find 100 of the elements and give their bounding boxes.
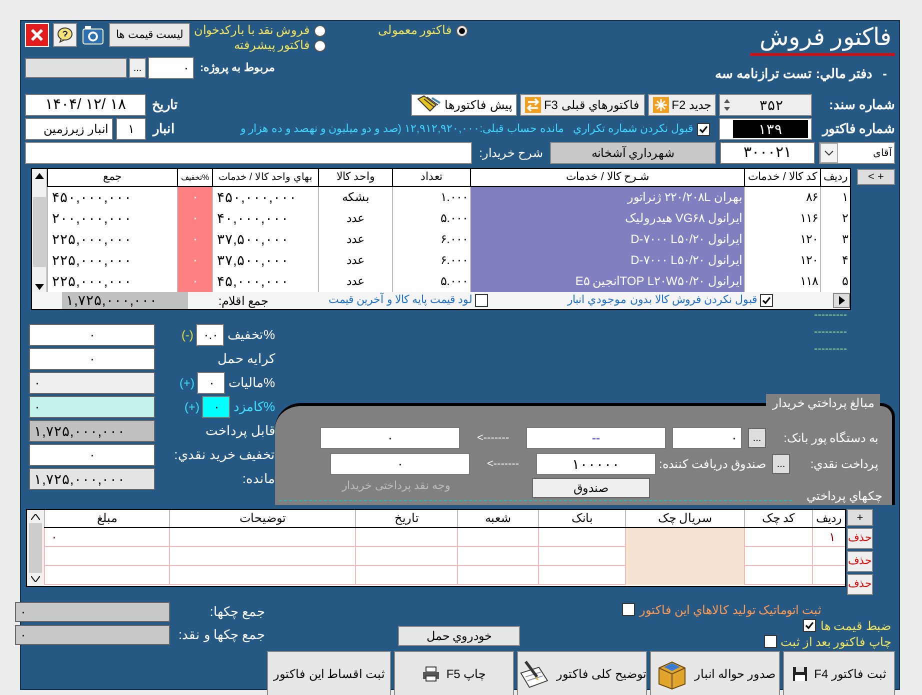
dash-note: --------- xyxy=(813,325,847,340)
sign-mark: (+) xyxy=(184,399,200,416)
column-header[interactable]: سریال چک xyxy=(625,510,744,527)
buyer-code-field[interactable]: ۳۰۰۰۲۱ xyxy=(720,142,815,164)
checkbox[interactable] xyxy=(803,619,816,632)
browse-button[interactable]: ... xyxy=(129,58,146,78)
help-button[interactable] xyxy=(53,23,77,47)
invoice-number-field[interactable]: ۱۳۹ xyxy=(719,118,812,140)
action-button[interactable]: ثبت اقساط این فاکتور xyxy=(267,651,391,695)
browse-button[interactable]: ... xyxy=(772,454,790,474)
column-header[interactable]: %تخفیف xyxy=(177,169,212,186)
checkbox-label: لود قیمت پایه کالا و آخرین قیمت xyxy=(328,292,472,308)
radio-label: فاکتور پیشرفته xyxy=(234,38,310,53)
cashbox-field[interactable]: ۱۰۰۰۰۰ xyxy=(536,453,656,475)
warehouse-name-field[interactable]: انبار زیرزمین xyxy=(25,118,113,140)
delete-button[interactable]: حذف xyxy=(847,528,873,549)
percent-field[interactable]: ۰ xyxy=(202,396,230,418)
camera-icon xyxy=(82,25,104,45)
total-value: ۰ xyxy=(29,444,155,466)
table-cell: ۲ xyxy=(820,208,850,229)
buyer-name-button[interactable]: شهرداري آشخانه xyxy=(550,142,716,164)
percent-field[interactable]: ۰ xyxy=(197,372,226,394)
column-header[interactable]: کد کالا / خدمات xyxy=(744,169,820,186)
checkbox[interactable] xyxy=(697,122,710,136)
total-value: ۱,۷۲۵,۰۰۰,۰۰۰ xyxy=(29,420,155,442)
bank-amount-field[interactable]: ۰ xyxy=(320,427,460,449)
scrollbar[interactable] xyxy=(32,169,47,292)
scrollbar[interactable] xyxy=(27,510,44,586)
table-cell: عدد xyxy=(318,208,392,229)
title-dropdown[interactable]: آقای xyxy=(819,142,895,164)
total-value: ۰ xyxy=(29,396,155,418)
arrow-text: <------- xyxy=(476,430,510,446)
sign-mark: (+) xyxy=(179,375,194,392)
field-label: به دستگاه پور بانک: xyxy=(782,430,878,447)
price-list-button[interactable]: لیست قیمت ها xyxy=(109,23,190,47)
sign-mark: (-) xyxy=(181,327,194,344)
browse-button[interactable]: ... xyxy=(748,428,766,448)
table-cell: ایرانول TOP L۲۰W۵۰/۲۰انجین E۵ xyxy=(470,271,744,292)
project-code-field[interactable]: ۰ xyxy=(148,57,194,79)
checkbox-label: چاپ فاکتور بعد از ثبت xyxy=(780,634,891,650)
bank-name-field[interactable]: -- xyxy=(526,427,666,449)
previous-balance-text: مانده حساب قبلی:۱۲,۹۱۲,۹۲۰,۰۰۰ (صد و دو میلیون و نهصد و ده هزار و xyxy=(240,122,564,137)
check-icon xyxy=(805,621,814,630)
scroll-right-button[interactable] xyxy=(833,293,850,308)
table-cell: ۱ xyxy=(820,187,850,208)
action-button[interactable]: ثبت فاکتور F4 xyxy=(783,651,895,695)
column-header[interactable]: واحد کالا xyxy=(318,169,392,186)
checkbox-label: ضبط قیمت ها xyxy=(820,618,891,634)
new-button[interactable]: جدید F2 xyxy=(648,94,716,116)
table-cell: عدد xyxy=(318,250,392,271)
column-header[interactable]: ردیف xyxy=(820,169,850,186)
radio-button[interactable] xyxy=(456,24,468,36)
action-button[interactable]: چاپ F5 xyxy=(394,651,514,695)
document-number-spinner[interactable]: ۳۵۲ xyxy=(719,94,812,116)
cash-amount-field[interactable]: ۰ xyxy=(330,453,470,475)
column-header[interactable]: توضیحات xyxy=(169,510,355,527)
column-header[interactable]: شعبه xyxy=(457,510,538,527)
previous-invoices-button[interactable]: فاکتورهاي قبلی F3 xyxy=(520,94,645,116)
checkbox[interactable] xyxy=(760,294,773,307)
dash-note: --------- xyxy=(813,308,847,323)
warehouse-code-field[interactable]: ۱ xyxy=(116,118,146,140)
action-button[interactable]: صدور حواله انبار xyxy=(650,651,780,695)
document-number: ۳۵۲ xyxy=(758,96,784,114)
field-label: صندوق دریافت کننده: xyxy=(662,456,766,473)
column-header[interactable]: کد چک xyxy=(744,510,812,527)
column-header[interactable]: بهاي واحد کالا / خدمات xyxy=(212,169,318,186)
project-name-field[interactable] xyxy=(25,58,127,78)
column-header[interactable]: تاریخ xyxy=(355,510,457,527)
checkbox[interactable] xyxy=(622,603,636,616)
delete-button[interactable]: حذف xyxy=(847,574,873,595)
date-field[interactable]: ۱۴۰۴/ ۱۲/ ۱۸ xyxy=(25,94,146,116)
column-header[interactable]: تعداد xyxy=(392,169,470,186)
action-button[interactable]: توضیح کلی فاکتور xyxy=(517,651,647,695)
add-row-button[interactable]: < + xyxy=(857,169,895,185)
checkbox[interactable] xyxy=(475,294,488,307)
column-header[interactable]: شـرح کالا / خدمات xyxy=(470,169,744,186)
vehicle-button[interactable]: خودروي حمل xyxy=(398,626,520,646)
table-cell: ۳ xyxy=(820,229,850,250)
table-cell: ۰ xyxy=(177,187,212,208)
column-header[interactable]: ردیف xyxy=(812,510,845,527)
total-value: ۰ xyxy=(15,602,170,622)
swap-arrows-icon xyxy=(524,97,541,113)
dash-note: --------- xyxy=(813,342,847,357)
column-header[interactable]: بانک xyxy=(538,510,625,527)
bank-code-field[interactable]: ۰ xyxy=(672,427,742,449)
add-cheque-button[interactable]: + xyxy=(847,509,873,526)
radio-button[interactable] xyxy=(314,40,326,52)
delete-button[interactable]: حذف xyxy=(847,551,873,572)
checkbox[interactable] xyxy=(764,635,777,648)
table-cell: ۰ xyxy=(177,208,212,229)
close-button[interactable] xyxy=(25,23,49,47)
table-cell: ۰ xyxy=(177,229,212,250)
buyer-description-field[interactable] xyxy=(25,142,472,164)
radio-button[interactable] xyxy=(314,24,326,36)
total-items-label: جمع اقلام: xyxy=(217,292,268,310)
proforma-invoices-button[interactable]: پیش فاکتورها xyxy=(410,94,517,116)
date-label: تاریخ xyxy=(152,96,178,114)
cashbox-button[interactable]: صندوق xyxy=(532,478,650,498)
field-label: %تخفیف xyxy=(227,326,275,344)
percent-field[interactable]: ۰.۰ xyxy=(196,324,224,346)
